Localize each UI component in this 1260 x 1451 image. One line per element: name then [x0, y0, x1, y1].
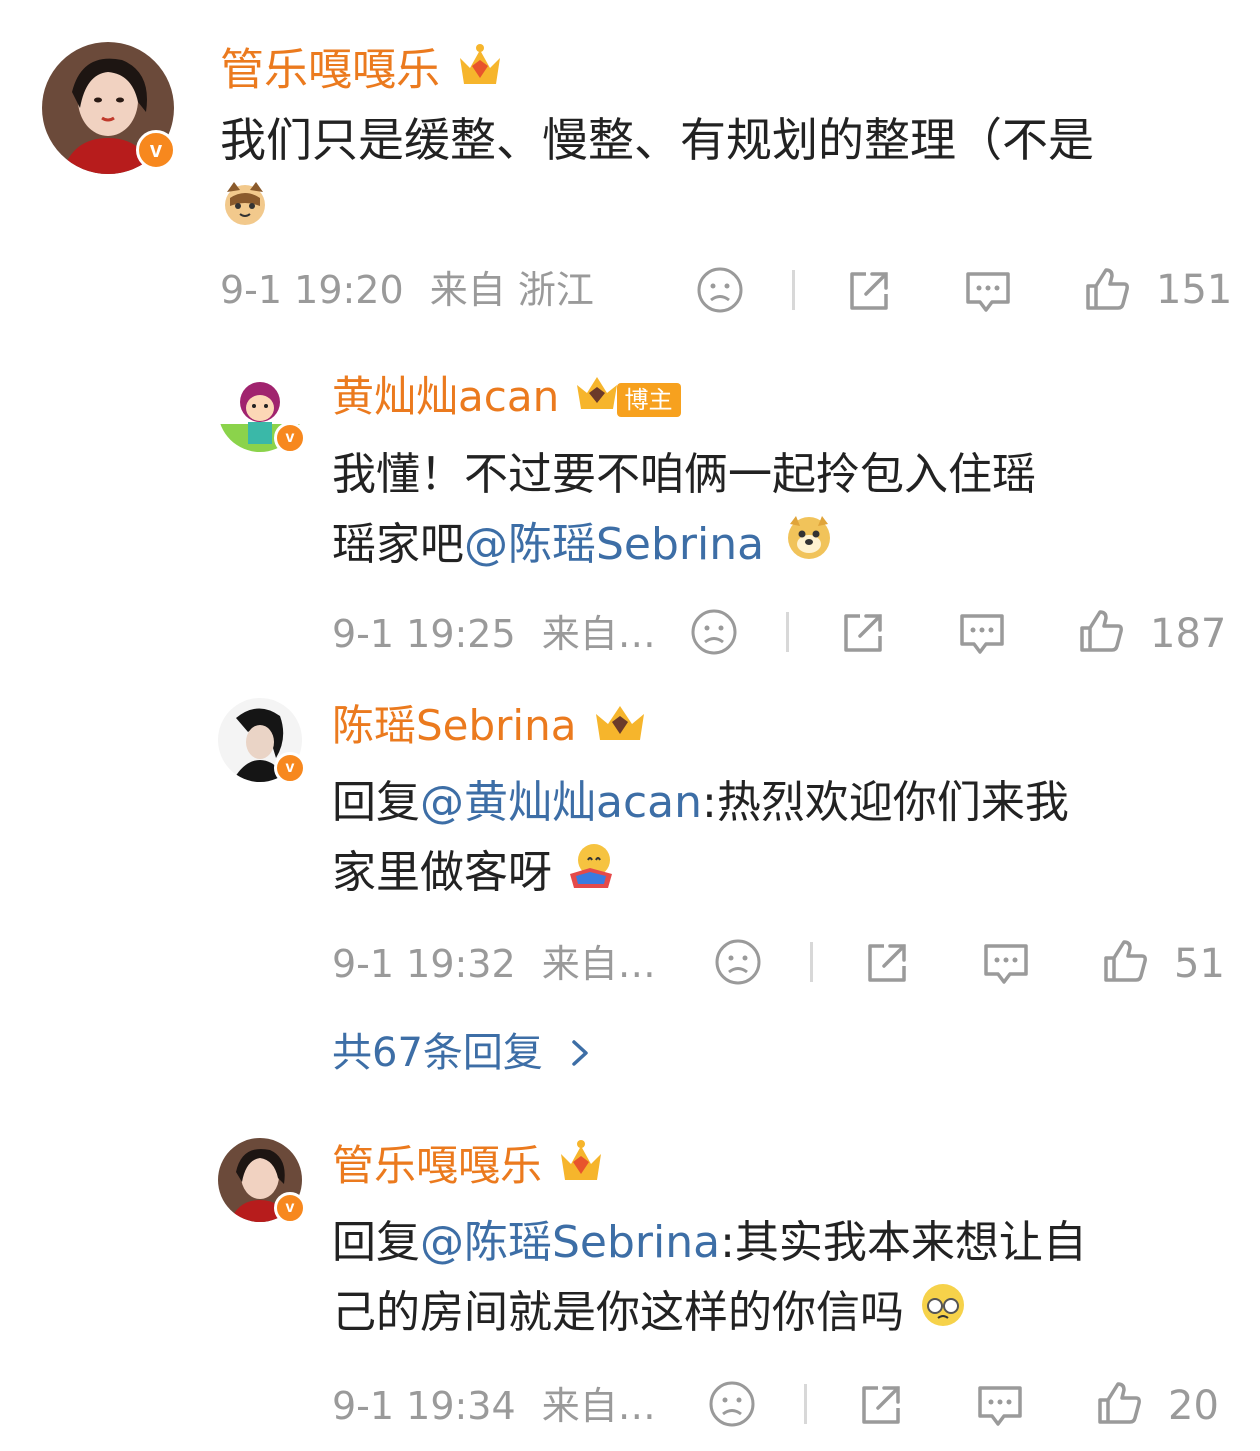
avatar[interactable]: v [42, 42, 176, 174]
crown-badge-icon [573, 371, 621, 428]
doge-emoji-icon [784, 512, 834, 583]
dislike-icon[interactable] [696, 266, 744, 318]
comment-text: 我懂！不过要不咱俩一起拎包入住瑶 瑶家吧@陈瑶Sebrina [332, 440, 1232, 583]
share-icon[interactable] [856, 1380, 906, 1434]
reply-1: v 黄灿灿acan 博主 我懂！不过要不咱俩一起拎包入住瑶 瑶家吧@陈瑶Sebr… [0, 340, 1260, 670]
avatar[interactable]: v [218, 1138, 306, 1224]
timestamp: 9-1 19:32 [332, 942, 516, 986]
reply-3: v 管乐嘎嘎乐 回复@陈瑶Sebrina:其实我本来想让自 己的房间就是你这样的… [0, 1120, 1260, 1451]
timestamp: 9-1 19:34 [332, 1384, 516, 1428]
crown-badge-icon [590, 698, 650, 759]
comment-icon[interactable] [980, 938, 1032, 992]
verified-badge-icon: v [274, 1192, 306, 1224]
mention-link[interactable]: @陈瑶Sebrina [464, 519, 764, 570]
like-count: 151 [1156, 267, 1233, 313]
dislike-icon[interactable] [690, 608, 738, 660]
hug-emoji-icon [566, 840, 616, 911]
comment-text: 回复@陈瑶Sebrina:其实我本来想让自 己的房间就是你这样的你信吗 [332, 1208, 1242, 1351]
like-count: 20 [1168, 1383, 1219, 1429]
action-divider [786, 612, 789, 652]
facepalm-emoji-icon [918, 1280, 968, 1351]
mention-link[interactable]: @黄灿灿acan [420, 777, 702, 828]
blogger-badge: 博主 [616, 382, 681, 417]
verified-badge-icon: v [274, 752, 306, 784]
comment-icon[interactable] [962, 266, 1014, 320]
location: 来自… [541, 612, 656, 656]
text-line-1: 回复@陈瑶Sebrina:其实我本来想让自 [332, 1217, 1087, 1268]
action-divider [810, 942, 813, 982]
crown-badge-icon [555, 1136, 607, 1201]
action-divider [804, 1384, 807, 1424]
comment-meta: 9-1 19:32 来自… [332, 940, 656, 988]
verified-badge-icon: v [274, 422, 306, 454]
text-line-2: 家里做客呀 [332, 838, 1232, 911]
crown-badge-icon [454, 40, 506, 105]
like-icon[interactable] [1082, 264, 1132, 318]
timestamp: 9-1 19:25 [332, 612, 516, 656]
comment-icon[interactable] [974, 1380, 1026, 1434]
avatar[interactable]: v [218, 698, 306, 784]
timestamp: 9-1 19:20 [220, 268, 404, 312]
location: 来自 浙江 [429, 268, 594, 312]
text-line-2: 瑶家吧@陈瑶Sebrina [332, 510, 1232, 583]
location: 来自… [541, 942, 656, 986]
dislike-icon[interactable] [714, 938, 762, 990]
comment-meta: 9-1 19:20 来自 浙江 [220, 266, 594, 314]
like-icon[interactable] [1094, 1378, 1144, 1432]
more-replies-link[interactable]: 共67条回复 [332, 1028, 590, 1080]
share-icon[interactable] [862, 938, 912, 992]
mention-link[interactable]: @陈瑶Sebrina [420, 1217, 720, 1268]
text-line-2: 己的房间就是你这样的你信吗 [332, 1278, 1242, 1351]
text-line-1: 我懂！不过要不咱俩一起拎包入住瑶 [332, 449, 1036, 500]
comment-meta: 9-1 19:25 来自… [332, 610, 656, 658]
dislike-icon[interactable] [708, 1380, 756, 1432]
comment-1: v 管乐嘎嘎乐 我们只是缓整、慢整、有规划的整理（不是 9-1 19:20 来自… [0, 0, 1260, 330]
comment-text: 回复@黄灿灿acan:热烈欢迎你们来我 家里做客呀 [332, 768, 1232, 911]
username[interactable]: 黄灿灿acan 博主 [332, 370, 681, 428]
like-icon[interactable] [1076, 606, 1126, 660]
like-count: 187 [1150, 611, 1227, 657]
like-icon[interactable] [1100, 936, 1150, 990]
username[interactable]: 管乐嘎嘎乐 [220, 40, 506, 105]
location: 来自… [541, 1384, 656, 1428]
text-line-1: 回复@黄灿灿acan:热烈欢迎你们来我 [332, 777, 1069, 828]
comment-text: 我们只是缓整、慢整、有规划的整理（不是 [220, 113, 1094, 167]
avatar[interactable]: v [218, 368, 306, 454]
share-icon[interactable] [838, 608, 888, 662]
cat-emoji-icon [220, 178, 270, 232]
action-divider [792, 270, 795, 310]
chevron-right-icon [570, 1030, 590, 1080]
username[interactable]: 管乐嘎嘎乐 [332, 1136, 607, 1201]
username[interactable]: 陈瑶Sebrina [332, 698, 650, 759]
comment-icon[interactable] [956, 608, 1008, 662]
comment-meta: 9-1 19:34 来自… [332, 1382, 656, 1430]
reply-2: v 陈瑶Sebrina 回复@黄灿灿acan:热烈欢迎你们来我 家里做客呀 9-… [0, 680, 1260, 1010]
verified-badge-icon: v [136, 130, 176, 170]
like-count: 51 [1174, 941, 1225, 987]
share-icon[interactable] [844, 266, 894, 320]
